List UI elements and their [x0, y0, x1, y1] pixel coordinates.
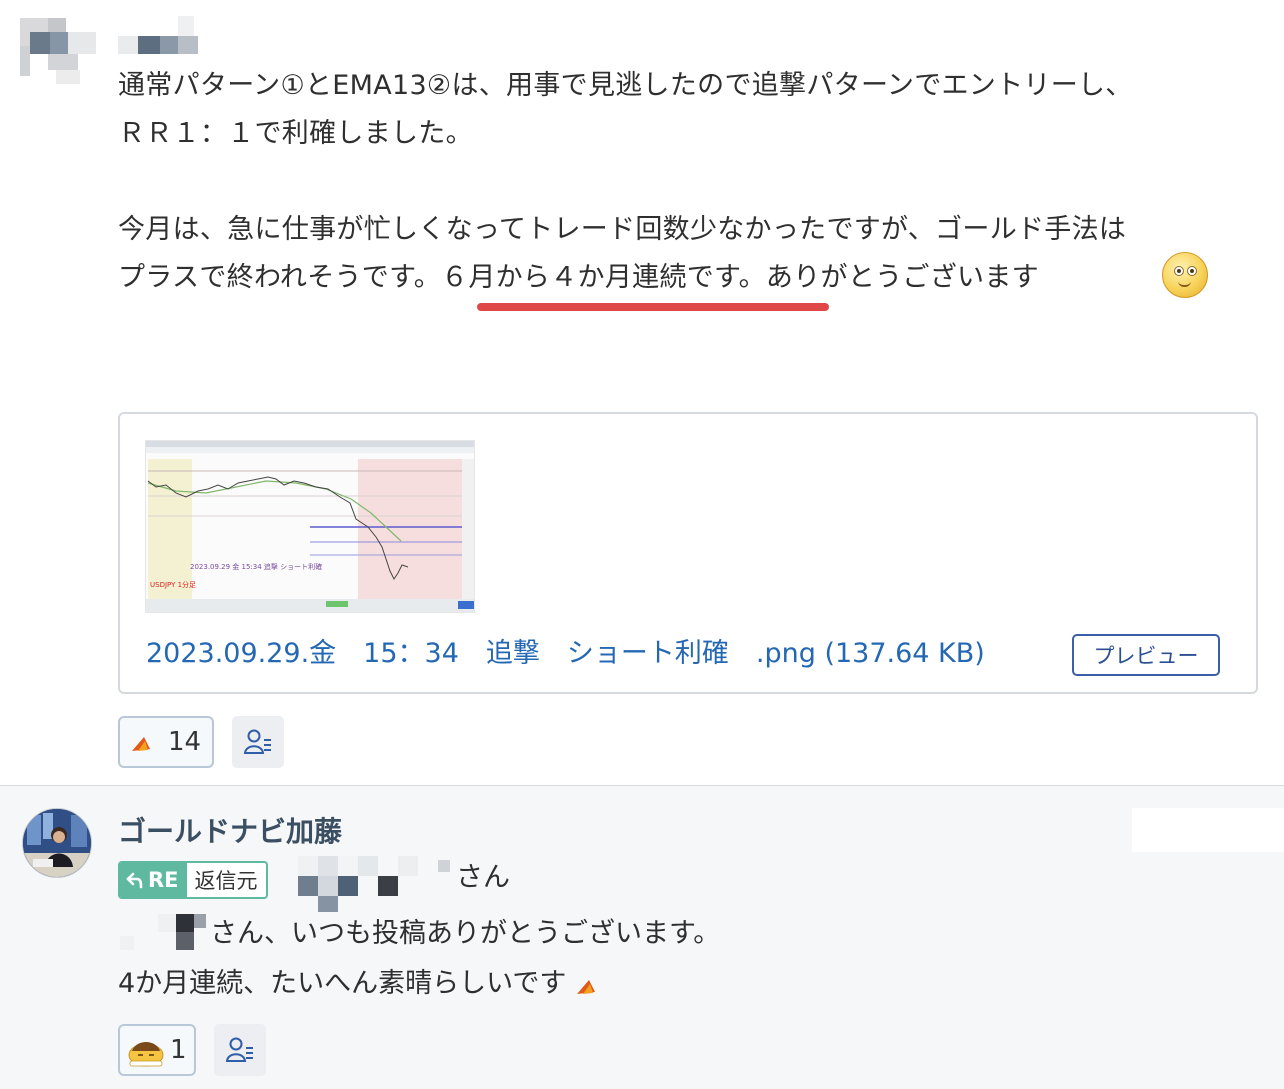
reply-text-line-2: 4か月連続、たいへん素晴らしいです: [118, 962, 599, 1006]
chart-thumbnail-graphic: 2023.09.29 金 15:34 追撃 ショート利確 USDJPY 1分足: [146, 441, 474, 612]
fire-reaction-button[interactable]: 14: [118, 716, 214, 768]
post-text-line-4-a: プラスで終われそうです。: [118, 262, 442, 293]
reply-author-name[interactable]: ゴールドナビ加藤: [118, 810, 342, 854]
reply-source-badge[interactable]: RE 返信元: [118, 861, 268, 899]
re-label: RE: [148, 868, 179, 892]
fire-reaction-count: 14: [168, 727, 202, 757]
preview-button[interactable]: プレビュー: [1072, 634, 1220, 676]
reply-arrow-icon: [126, 872, 143, 889]
attachment-file-link[interactable]: 2023.09.29.金 15：34 追撃 ショート利確 .png (137.6…: [146, 634, 985, 674]
post-text-line-2: ＲＲ１：１で利確しました。: [118, 118, 473, 149]
reply-text-line-2-content: 4か月連続、たいへん素晴らしいです: [118, 968, 567, 999]
post-text-line-3: 今月は、急に仕事が忙しくなってトレード回数少なかったですが、ゴールド手法は: [118, 214, 1127, 245]
fire-icon: [132, 737, 150, 751]
red-underline-annotation: [477, 303, 829, 311]
post-text-line-1: 通常パターン①とEMA13②は、用事で見逃したので追撃パターンでエントリーし、: [118, 70, 1133, 101]
addressee-suffix: さん: [456, 862, 510, 893]
reaction-users-button[interactable]: [232, 716, 284, 768]
smile-emoji-icon: [1162, 252, 1208, 298]
fire-icon: [576, 979, 595, 994]
thumb-pair: USDJPY 1分足: [150, 580, 196, 589]
avatar-photo-graphic: [23, 809, 91, 877]
reply-header-blank: [1132, 808, 1284, 852]
reply-reaction-users-button[interactable]: [214, 1024, 266, 1076]
post-text-highlighted: ６月から４か月連続です。: [441, 262, 766, 293]
source-label: 返信元: [186, 863, 266, 897]
post-text-line-4: プラスで終われそうです。６月から４か月連続です。ありがとうございます: [118, 254, 1039, 302]
bow-reaction-count: 1: [170, 1035, 187, 1065]
bowing-emoji-icon: [128, 1042, 164, 1067]
bow-reaction-button[interactable]: 1: [118, 1024, 196, 1076]
user-list-icon: [225, 1037, 253, 1062]
post-text-line-4-c: ありがとうございます: [765, 262, 1039, 293]
chart-screenshot-thumbnail[interactable]: 2023.09.29 金 15:34 追撃 ショート利確 USDJPY 1分足: [145, 440, 475, 613]
reply-text-line-1: さん、いつも投稿ありがとうございます。: [210, 918, 721, 949]
re-label-box: RE: [120, 863, 187, 897]
user-list-icon: [243, 729, 271, 754]
reply-author-avatar[interactable]: [22, 808, 92, 878]
thumb-caption: 2023.09.29 金 15:34 追撃 ショート利確: [190, 562, 322, 571]
